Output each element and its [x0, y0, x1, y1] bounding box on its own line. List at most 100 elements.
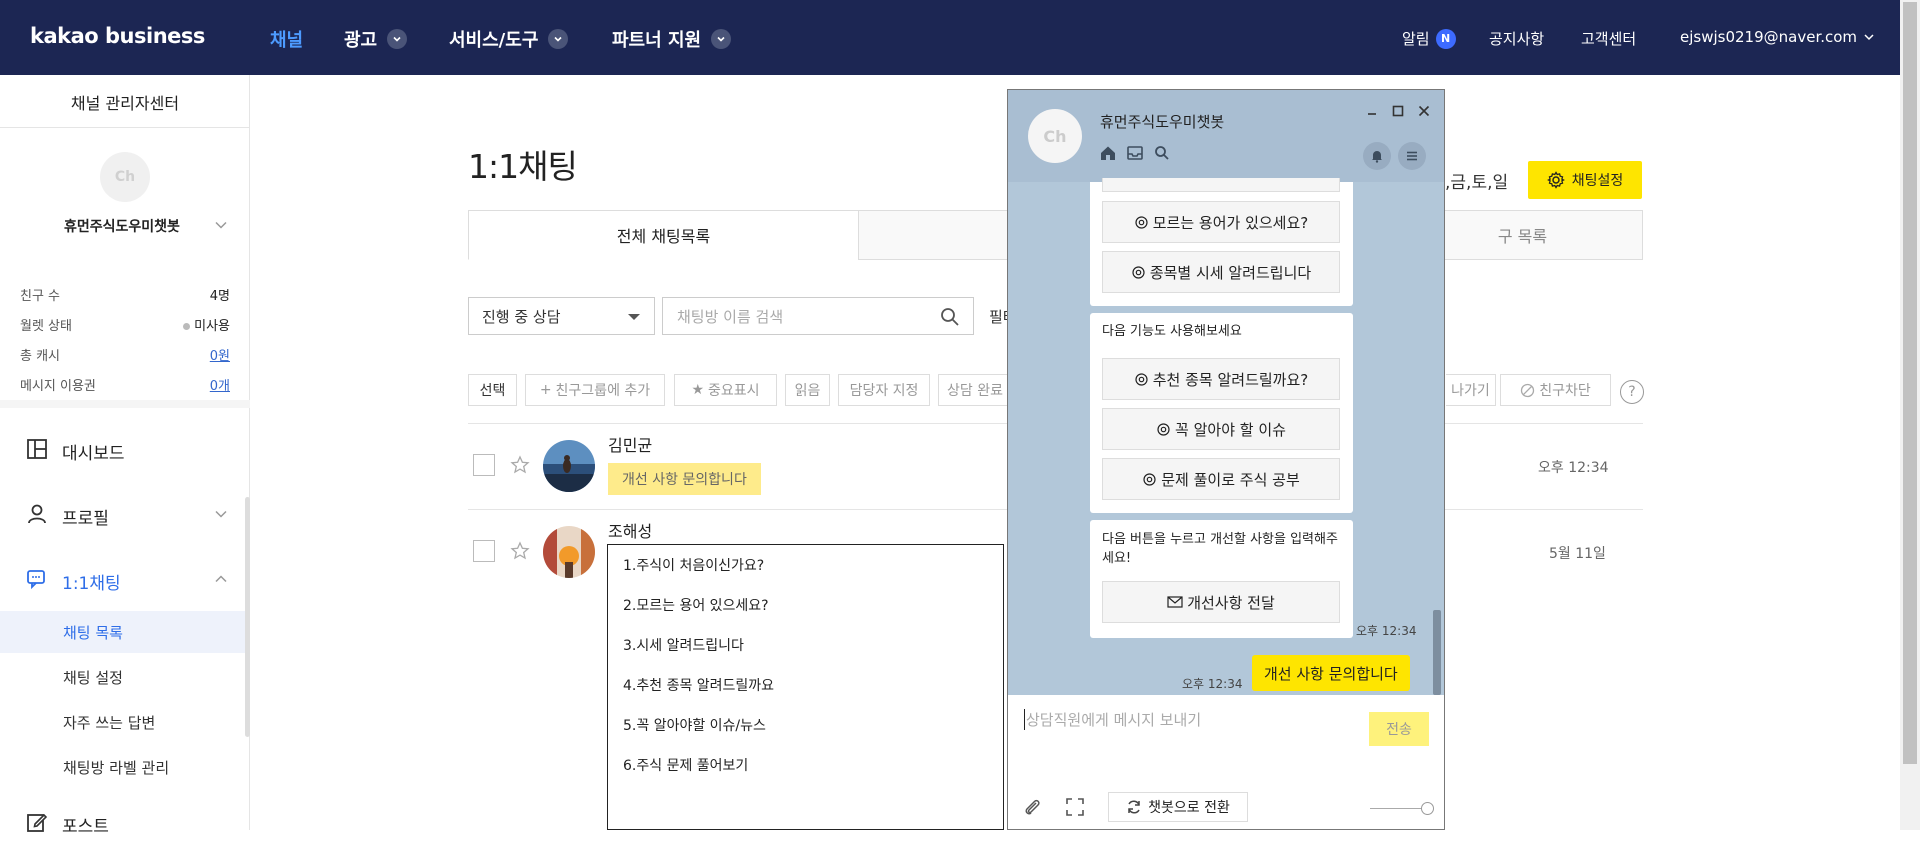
bot-message-card: 다음 기능도 사용해보세요 추천 종목 알려드릴까요? 꼭 알아야 할 이슈 문… — [1090, 313, 1353, 513]
improvement-button[interactable]: 개선사항 전달 — [1102, 581, 1340, 623]
alert-badge: N — [1435, 28, 1456, 49]
page-title: 1:1채팅 — [468, 147, 578, 186]
mark-important-button[interactable]: ★ 중요표시 — [674, 374, 777, 406]
stat-wallet: 월렛 상태 미사용 — [20, 315, 230, 334]
chevron-down-icon — [711, 29, 732, 49]
bot-card-text: 다음 기능도 사용해보세요 — [1102, 324, 1242, 339]
nav-notice[interactable]: 공지사항 — [1489, 28, 1544, 49]
chat-message-input[interactable]: 상담직원에게 메시지 보내기 — [1024, 709, 1201, 730]
chat-user-name[interactable]: 조해성 — [608, 518, 652, 542]
opacity-slider-track[interactable] — [1370, 808, 1428, 809]
sidebar-sub-labels[interactable]: 채팅방 라벨 관리 — [0, 746, 246, 788]
status-select[interactable]: 진행 중 상담 — [468, 297, 655, 335]
close-icon[interactable] — [1417, 104, 1431, 118]
block-friend-button[interactable]: 친구차단 — [1500, 374, 1611, 406]
minimize-icon[interactable] — [1365, 104, 1379, 118]
maximize-icon[interactable] — [1391, 104, 1405, 118]
row-checkbox[interactable] — [473, 454, 495, 476]
chat-bubble-icon — [27, 570, 45, 590]
bot-message-card: 모르는 용어가 있으세요? 종목별 시세 알려드립니다 — [1090, 178, 1353, 306]
stat-value-link[interactable]: 0원 — [210, 345, 230, 364]
help-icon[interactable]: ? — [1620, 380, 1644, 404]
bot-quick-button[interactable]: 문제 풀이로 주식 공부 — [1102, 458, 1340, 500]
complete-button[interactable]: 상담 완료 — [938, 374, 1008, 406]
chat-user-name[interactable]: 김민균 — [608, 432, 652, 456]
channel-name[interactable]: 휴먼주식도우미챗봇 — [64, 216, 180, 236]
chat-input-area: 상담직원에게 메시지 보내기 전송 챗봇으로 전환 — [1008, 695, 1444, 829]
sidebar-sub-chat-settings[interactable]: 채팅 설정 — [0, 656, 246, 698]
bot-quick-button[interactable]: 모르는 용어가 있으세요? — [1102, 201, 1340, 243]
quick-reply-item[interactable]: 2.모르는 용어 있으세요? — [623, 595, 769, 615]
chatroom-search-input[interactable]: 채팅방 이름 검색 — [662, 297, 974, 335]
chevron-down-icon[interactable] — [214, 218, 228, 232]
chat-menu-button[interactable] — [1398, 142, 1426, 170]
tab-all-chats[interactable]: 전체 채팅목록 — [468, 210, 859, 260]
kakao-business-logo[interactable]: kakao business — [30, 24, 205, 48]
stat-label: 친구 수 — [20, 289, 61, 304]
sidebar-item-label: 프로필 — [62, 509, 109, 529]
my-message-time: 오후 12:34 — [1182, 677, 1243, 691]
stat-label: 총 캐시 — [20, 349, 61, 364]
sidebar-item-chat[interactable]: 1:1채팅 — [0, 559, 246, 599]
attachment-icon[interactable] — [1021, 796, 1043, 818]
quick-reply-item[interactable]: 6.주식 문제 풀어보기 — [623, 755, 748, 775]
switch-to-chatbot-button[interactable]: 챗봇으로 전환 — [1108, 792, 1248, 822]
nav-alerts[interactable]: 알림 N — [1402, 28, 1456, 49]
notification-bell-button[interactable] — [1363, 142, 1391, 170]
bot-message-time: 오후 12:34 — [1356, 624, 1417, 638]
page-scrollbar-thumb[interactable] — [1903, 2, 1917, 764]
stat-value-link[interactable]: 0개 — [210, 375, 230, 394]
search-placeholder: 채팅방 이름 검색 — [677, 307, 784, 326]
search-icon[interactable] — [1153, 144, 1171, 162]
leave-button[interactable]: 나가기 — [1446, 374, 1496, 406]
sidebar-item-post[interactable]: 포스트 — [0, 802, 246, 842]
quick-reply-item[interactable]: 4.추천 종목 알려드릴까요 — [623, 675, 774, 695]
my-message-bubble: 개선 사항 문의합니다 — [1252, 655, 1410, 691]
bot-quick-button[interactable]: 추천 종목 알려드릴까요? — [1102, 358, 1340, 400]
chat-settings-button[interactable]: 채팅설정 — [1528, 161, 1642, 199]
bot-button-partial[interactable] — [1102, 178, 1340, 192]
nav-partner[interactable]: 파트너 지원 — [612, 26, 732, 52]
inbox-icon[interactable] — [1126, 144, 1144, 162]
nav-ads[interactable]: 광고 — [344, 26, 408, 52]
sidebar-sub-label: 채팅 설정 — [63, 669, 123, 687]
nav-channel[interactable]: 채널 — [270, 26, 303, 52]
gear-icon — [1546, 171, 1565, 189]
quick-reply-item[interactable]: 3.시세 알려드립니다 — [623, 635, 744, 655]
opacity-slider-knob[interactable] — [1421, 802, 1434, 815]
chevron-up-icon — [215, 575, 227, 583]
bot-quick-button[interactable]: 꼭 알아야 할 이슈 — [1102, 408, 1340, 450]
assign-button[interactable]: 담당자 지정 — [838, 374, 930, 406]
screenshot-icon[interactable] — [1064, 796, 1086, 818]
mark-read-button[interactable]: 읽음 — [785, 374, 830, 406]
sidebar-sub-chat-list[interactable]: 채팅 목록 — [0, 611, 246, 653]
nav-support[interactable]: 고객센터 — [1581, 28, 1636, 49]
bot-quick-button[interactable]: 종목별 시세 알려드립니다 — [1102, 251, 1340, 293]
bot-card-text: 다음 버튼을 누르고 개선할 사항을 입력해주세요! — [1102, 532, 1338, 566]
select-button[interactable]: 선택 — [468, 374, 517, 406]
gear-icon — [1143, 472, 1156, 486]
sidebar-item-dashboard[interactable]: 대시보드 — [0, 429, 246, 469]
plus-icon: + — [539, 382, 552, 398]
page-scrollbar[interactable] — [1900, 0, 1920, 830]
send-button[interactable]: 전송 — [1369, 712, 1429, 746]
row-checkbox[interactable] — [473, 540, 495, 562]
sidebar-sub-label: 채팅 목록 — [63, 624, 123, 642]
star-outline-icon[interactable] — [510, 455, 530, 475]
home-icon[interactable] — [1099, 144, 1117, 162]
star-outline-icon[interactable] — [510, 541, 530, 561]
chat-scrollbar[interactable] — [1433, 610, 1441, 695]
quick-reply-item[interactable]: 1.주식이 처음이신가요? — [623, 555, 764, 575]
sidebar-item-profile[interactable]: 프로필 — [0, 494, 246, 534]
account-menu[interactable]: ejswjs0219@naver.com — [1680, 28, 1875, 46]
sidebar-scrollbar[interactable] — [245, 497, 250, 737]
add-to-group-button[interactable]: + 친구그룹에 추가 — [525, 374, 665, 406]
quick-reply-item[interactable]: 5.꼭 알아야할 이슈/뉴스 — [623, 715, 766, 735]
stat-value: 미사용 — [194, 319, 230, 334]
search-icon[interactable] — [940, 307, 960, 327]
nav-services[interactable]: 서비스/도구 — [449, 26, 569, 52]
bot-button-label: 개선사항 전달 — [1187, 593, 1275, 612]
sidebar-item-label: 1:1채팅 — [62, 574, 121, 594]
gear-icon — [1157, 422, 1170, 436]
sidebar-sub-faq[interactable]: 자주 쓰는 답변 — [0, 701, 246, 743]
